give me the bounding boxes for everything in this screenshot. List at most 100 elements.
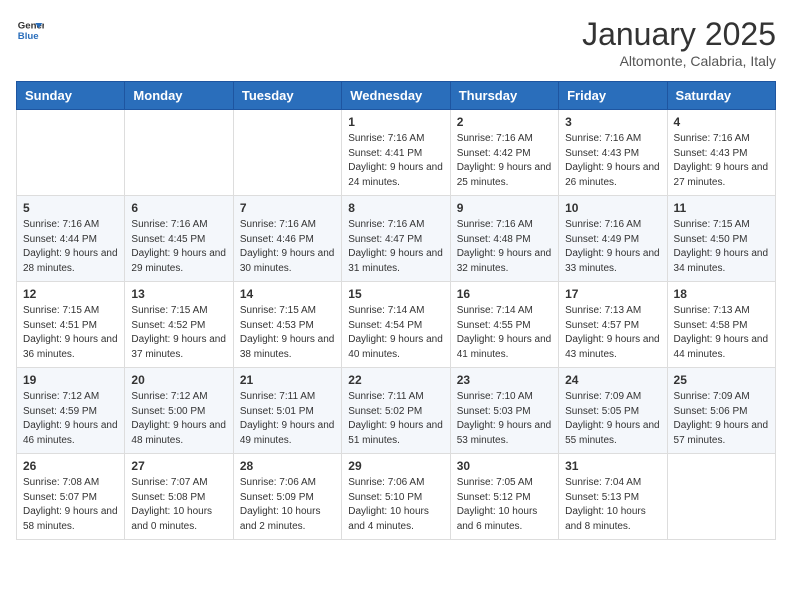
- day-number: 11: [674, 201, 769, 215]
- day-number: 21: [240, 373, 335, 387]
- day-info: Sunrise: 7:08 AM Sunset: 5:07 PM Dayligh…: [23, 476, 118, 534]
- day-info: Sunrise: 7:12 AM Sunset: 5:00 PM Dayligh…: [131, 390, 226, 448]
- day-info: Sunrise: 7:16 AM Sunset: 4:46 PM Dayligh…: [240, 218, 335, 276]
- calendar-cell: 20 Sunrise: 7:12 AM Sunset: 5:00 PM Dayli…: [125, 368, 233, 454]
- day-info: Sunrise: 7:16 AM Sunset: 4:43 PM Dayligh…: [674, 132, 769, 190]
- calendar-cell: 16Sunrise: 7:14 AM Sunset: 4:55 PM Dayli…: [450, 282, 558, 368]
- header-wednesday: Wednesday: [342, 82, 450, 110]
- day-number: 19: [23, 373, 118, 387]
- day-number: 5: [23, 201, 118, 215]
- calendar-cell: 14 Sunrise: 7:15 AM Sunset: 4:53 PM Dayli…: [233, 282, 341, 368]
- calendar-cell: 6 Sunrise: 7:16 AM Sunset: 4:45 PM Daylig…: [125, 196, 233, 282]
- calendar-cell: 24 Sunrise: 7:09 AM Sunset: 5:05 PM Dayli…: [559, 368, 667, 454]
- calendar-week-3: 12Sunrise: 7:15 AM Sunset: 4:51 PM Dayli…: [17, 282, 776, 368]
- calendar-cell: 22Sunrise: 7:11 AM Sunset: 5:02 PM Dayli…: [342, 368, 450, 454]
- day-number: 18: [674, 287, 769, 301]
- day-number: 3: [565, 115, 660, 129]
- day-info: Sunrise: 7:12 AM Sunset: 4:59 PM Dayligh…: [23, 390, 118, 448]
- day-info: Sunrise: 7:15 AM Sunset: 4:50 PM Dayligh…: [674, 218, 769, 276]
- day-number: 7: [240, 201, 335, 215]
- calendar-cell: [667, 454, 775, 540]
- calendar-cell: 17Sunrise: 7:13 AM Sunset: 4:57 PM Dayli…: [559, 282, 667, 368]
- calendar-cell: 25 Sunrise: 7:09 AM Sunset: 5:06 PM Dayli…: [667, 368, 775, 454]
- calendar-cell: 15 Sunrise: 7:14 AM Sunset: 4:54 PM Dayli…: [342, 282, 450, 368]
- day-info: Sunrise: 7:09 AM Sunset: 5:05 PM Dayligh…: [565, 390, 660, 448]
- day-info: Sunrise: 7:06 AM Sunset: 5:09 PM Dayligh…: [240, 476, 335, 534]
- day-info: Sunrise: 7:16 AM Sunset: 4:45 PM Dayligh…: [131, 218, 226, 276]
- day-number: 14: [240, 287, 335, 301]
- day-number: 13: [131, 287, 226, 301]
- calendar-cell: 1 Sunrise: 7:16 AM Sunset: 4:41 PM Daylig…: [342, 110, 450, 196]
- day-info: Sunrise: 7:16 AM Sunset: 4:49 PM Dayligh…: [565, 218, 660, 276]
- weekday-header-row: Sunday Monday Tuesday Wednesday Thursday…: [17, 82, 776, 110]
- day-info: Sunrise: 7:11 AM Sunset: 5:02 PM Dayligh…: [348, 390, 443, 448]
- logo-icon: General Blue: [16, 16, 44, 44]
- calendar-week-5: 26 Sunrise: 7:08 AM Sunset: 5:07 PM Dayli…: [17, 454, 776, 540]
- day-info: Sunrise: 7:16 AM Sunset: 4:43 PM Dayligh…: [565, 132, 660, 190]
- calendar-cell: 4 Sunrise: 7:16 AM Sunset: 4:43 PM Daylig…: [667, 110, 775, 196]
- day-info: Sunrise: 7:11 AM Sunset: 5:01 PM Dayligh…: [240, 390, 335, 448]
- day-info: Sunrise: 7:16 AM Sunset: 4:41 PM Dayligh…: [348, 132, 443, 190]
- calendar-cell: 7 Sunrise: 7:16 AM Sunset: 4:46 PM Daylig…: [233, 196, 341, 282]
- day-info: Sunrise: 7:10 AM Sunset: 5:03 PM Dayligh…: [457, 390, 552, 448]
- day-number: 30: [457, 459, 552, 473]
- day-number: 28: [240, 459, 335, 473]
- day-number: 15: [348, 287, 443, 301]
- svg-text:Blue: Blue: [18, 31, 39, 42]
- calendar-cell: 13 Sunrise: 7:15 AM Sunset: 4:52 PM Dayli…: [125, 282, 233, 368]
- day-info: Sunrise: 7:15 AM Sunset: 4:52 PM Dayligh…: [131, 304, 226, 362]
- day-info: Sunrise: 7:04 AM Sunset: 5:13 PM Dayligh…: [565, 476, 660, 534]
- calendar-week-2: 5 Sunrise: 7:16 AM Sunset: 4:44 PM Daylig…: [17, 196, 776, 282]
- calendar-cell: 26 Sunrise: 7:08 AM Sunset: 5:07 PM Dayli…: [17, 454, 125, 540]
- day-number: 27: [131, 459, 226, 473]
- day-info: Sunrise: 7:06 AM Sunset: 5:10 PM Dayligh…: [348, 476, 443, 534]
- day-number: 25: [674, 373, 769, 387]
- calendar-table: Sunday Monday Tuesday Wednesday Thursday…: [16, 81, 776, 540]
- day-number: 2: [457, 115, 552, 129]
- day-info: Sunrise: 7:16 AM Sunset: 4:42 PM Dayligh…: [457, 132, 552, 190]
- header-tuesday: Tuesday: [233, 82, 341, 110]
- day-info: Sunrise: 7:14 AM Sunset: 4:54 PM Dayligh…: [348, 304, 443, 362]
- calendar-cell: 12Sunrise: 7:15 AM Sunset: 4:51 PM Dayli…: [17, 282, 125, 368]
- day-number: 23: [457, 373, 552, 387]
- day-info: Sunrise: 7:16 AM Sunset: 4:48 PM Dayligh…: [457, 218, 552, 276]
- day-number: 8: [348, 201, 443, 215]
- calendar-cell: 21 Sunrise: 7:11 AM Sunset: 5:01 PM Dayli…: [233, 368, 341, 454]
- calendar-cell: 8Sunrise: 7:16 AM Sunset: 4:47 PM Daylig…: [342, 196, 450, 282]
- day-info: Sunrise: 7:13 AM Sunset: 4:58 PM Dayligh…: [674, 304, 769, 362]
- day-number: 17: [565, 287, 660, 301]
- calendar-cell: 31Sunrise: 7:04 AM Sunset: 5:13 PM Dayli…: [559, 454, 667, 540]
- header-thursday: Thursday: [450, 82, 558, 110]
- day-number: 4: [674, 115, 769, 129]
- calendar-cell: [125, 110, 233, 196]
- day-number: 6: [131, 201, 226, 215]
- header-sunday: Sunday: [17, 82, 125, 110]
- day-info: Sunrise: 7:15 AM Sunset: 4:53 PM Dayligh…: [240, 304, 335, 362]
- day-number: 10: [565, 201, 660, 215]
- calendar-cell: 30 Sunrise: 7:05 AM Sunset: 5:12 PM Dayli…: [450, 454, 558, 540]
- day-number: 26: [23, 459, 118, 473]
- location-subtitle: Altomonte, Calabria, Italy: [582, 53, 776, 69]
- calendar-cell: 5 Sunrise: 7:16 AM Sunset: 4:44 PM Daylig…: [17, 196, 125, 282]
- day-info: Sunrise: 7:09 AM Sunset: 5:06 PM Dayligh…: [674, 390, 769, 448]
- calendar-cell: [233, 110, 341, 196]
- calendar-cell: 11 Sunrise: 7:15 AM Sunset: 4:50 PM Dayli…: [667, 196, 775, 282]
- day-number: 16: [457, 287, 552, 301]
- calendar-cell: 28 Sunrise: 7:06 AM Sunset: 5:09 PM Dayli…: [233, 454, 341, 540]
- day-info: Sunrise: 7:15 AM Sunset: 4:51 PM Dayligh…: [23, 304, 118, 362]
- day-info: Sunrise: 7:05 AM Sunset: 5:12 PM Dayligh…: [457, 476, 552, 534]
- header-saturday: Saturday: [667, 82, 775, 110]
- day-number: 1: [348, 115, 443, 129]
- header-friday: Friday: [559, 82, 667, 110]
- calendar-cell: 29Sunrise: 7:06 AM Sunset: 5:10 PM Dayli…: [342, 454, 450, 540]
- calendar-cell: 19 Sunrise: 7:12 AM Sunset: 4:59 PM Dayli…: [17, 368, 125, 454]
- day-info: Sunrise: 7:16 AM Sunset: 4:44 PM Dayligh…: [23, 218, 118, 276]
- day-number: 20: [131, 373, 226, 387]
- day-number: 24: [565, 373, 660, 387]
- month-title: January 2025: [582, 16, 776, 53]
- logo: General Blue: [16, 16, 44, 44]
- calendar-cell: [17, 110, 125, 196]
- day-info: Sunrise: 7:07 AM Sunset: 5:08 PM Dayligh…: [131, 476, 226, 534]
- calendar-cell: 2 Sunrise: 7:16 AM Sunset: 4:42 PM Daylig…: [450, 110, 558, 196]
- page-header: General Blue January 2025 Altomonte, Cal…: [16, 16, 776, 69]
